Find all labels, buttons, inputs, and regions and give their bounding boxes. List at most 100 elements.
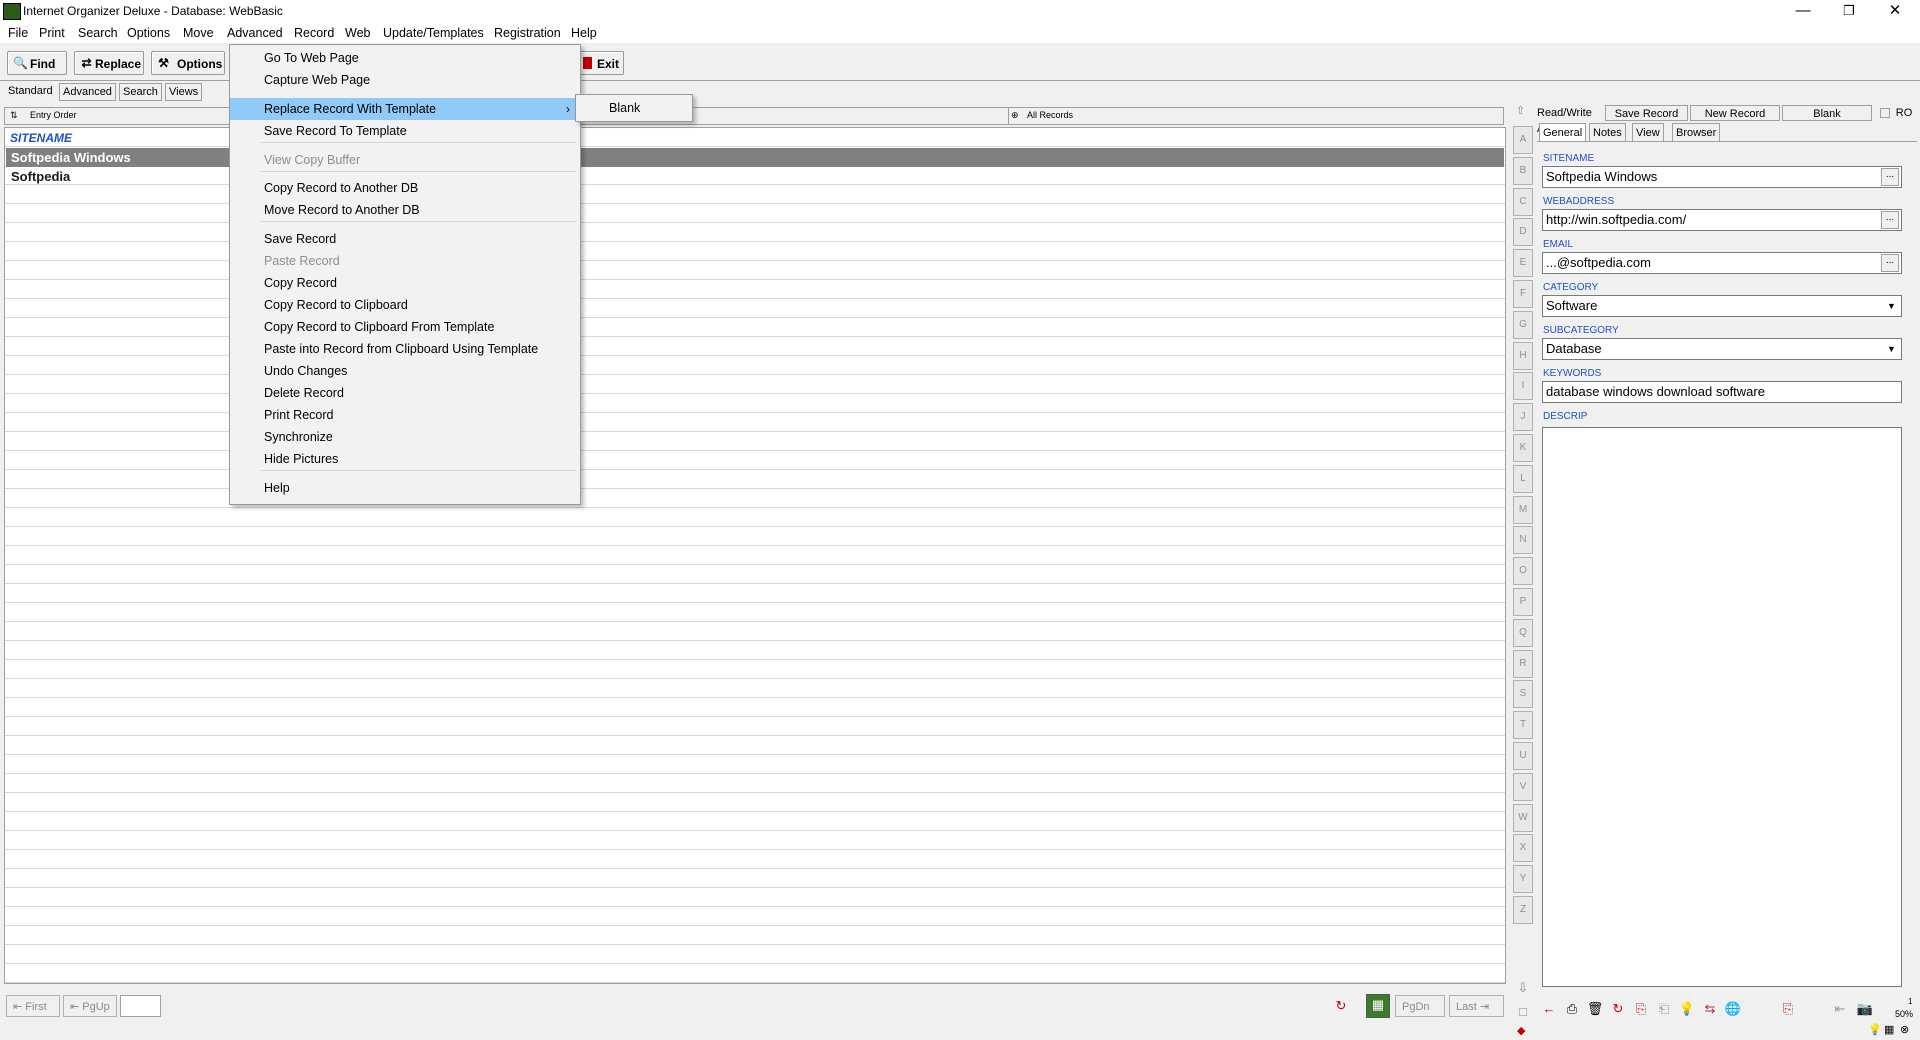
email-ellipsis-button[interactable]: ... xyxy=(1881,254,1899,272)
menu-item-copy-record-to-clipboard-from-template[interactable]: Copy Record to Clipboard From Template xyxy=(230,316,580,338)
alpha-button-r[interactable]: R xyxy=(1513,649,1533,678)
menu-item-capture-web-page[interactable]: Capture Web Page xyxy=(230,69,580,91)
webaddress-ellipsis-button[interactable]: ... xyxy=(1881,211,1899,229)
alpha-button-z[interactable]: Z xyxy=(1513,896,1533,924)
menu-item-delete-record[interactable]: Delete Record xyxy=(230,382,580,404)
filter-label[interactable]: All Records xyxy=(1027,110,1073,120)
tab-advanced[interactable]: Advanced xyxy=(59,83,116,101)
submenu-item-blank[interactable]: Blank xyxy=(576,97,692,119)
menu-item-help[interactable]: Help xyxy=(230,477,580,499)
tab-view[interactable]: View xyxy=(1632,123,1664,142)
print-icon[interactable]: ⎙ xyxy=(1562,999,1582,1019)
menu-help[interactable]: Help xyxy=(571,26,597,40)
refresh-record-icon[interactable]: ↻ xyxy=(1608,999,1628,1019)
menu-search[interactable]: Search xyxy=(78,26,118,40)
copy-record-icon[interactable]: ⎘ xyxy=(1631,999,1651,1019)
alpha-button-c[interactable]: C xyxy=(1513,187,1533,216)
alpha-button-w[interactable]: W xyxy=(1513,803,1533,832)
scroll-up-icon[interactable]: ⇧ xyxy=(1516,104,1525,117)
find-button[interactable]: 🔍 Find xyxy=(7,51,67,75)
menu-options[interactable]: Options xyxy=(127,26,170,40)
new-record-button[interactable]: New Record xyxy=(1690,105,1780,121)
keywords-field[interactable]: database windows download software xyxy=(1542,381,1902,403)
alpha-button-n[interactable]: N xyxy=(1513,526,1533,555)
menu-item-go-to-web-page[interactable]: Go To Web Page xyxy=(230,47,580,69)
exit-button[interactable]: Exit xyxy=(574,51,624,75)
menu-item-copy-record-to-clipboard[interactable]: Copy Record to Clipboard xyxy=(230,294,580,316)
restore-button[interactable]: ❐ xyxy=(1826,0,1872,23)
paste-record-icon[interactable]: ⎗ xyxy=(1654,999,1674,1019)
record-number-input[interactable] xyxy=(120,995,161,1017)
alpha-button-x[interactable]: X xyxy=(1513,834,1533,863)
sitename-field[interactable]: Softpedia Windows ... xyxy=(1542,166,1902,188)
menu-item-hide-pictures[interactable]: Hide Pictures xyxy=(230,448,580,470)
menu-file[interactable]: File xyxy=(8,26,28,40)
template-icon[interactable]: ⎘ xyxy=(1778,999,1798,1019)
menu-print[interactable]: Print xyxy=(39,26,65,40)
menu-update-templates[interactable]: Update/Templates xyxy=(383,26,484,40)
alpha-button-j[interactable]: J xyxy=(1513,403,1533,432)
alpha-button-k[interactable]: K xyxy=(1513,434,1533,462)
nav-back-icon[interactable]: ⇤ xyxy=(1830,999,1850,1019)
subcategory-select[interactable]: Database ▼ xyxy=(1542,338,1902,360)
tab-notes[interactable]: Notes xyxy=(1589,123,1626,142)
category-select[interactable]: Software ▼ xyxy=(1542,295,1902,317)
menu-move[interactable]: Move xyxy=(183,26,214,40)
alpha-button-g[interactable]: G xyxy=(1513,310,1533,339)
menu-advanced[interactable]: Advanced xyxy=(227,26,283,40)
alpha-button-h[interactable]: H xyxy=(1513,341,1533,370)
replace-button[interactable]: ⇄ Replace xyxy=(74,51,144,75)
grid-view-icon[interactable]: ▦ xyxy=(1366,994,1390,1018)
alpha-button-i[interactable]: I xyxy=(1513,372,1533,401)
menu-item-save-record-to-template[interactable]: Save Record To Template xyxy=(230,120,580,142)
tab-standard[interactable]: Standard xyxy=(5,83,56,99)
square-icon[interactable]: □ xyxy=(1513,1002,1533,1022)
menu-item-synchronize[interactable]: Synchronize xyxy=(230,426,580,448)
blank-button[interactable]: Blank xyxy=(1782,105,1872,121)
menu-item-save-record[interactable]: Save Record xyxy=(230,228,580,250)
alpha-button-q[interactable]: Q xyxy=(1513,618,1533,647)
first-button[interactable]: ⇤ First xyxy=(6,995,60,1017)
tab-search[interactable]: Search xyxy=(119,83,162,101)
alpha-button-b[interactable]: B xyxy=(1513,156,1533,185)
alpha-button-e[interactable]: E xyxy=(1513,249,1533,278)
close-button[interactable]: ✕ xyxy=(1872,0,1918,23)
menu-web[interactable]: Web xyxy=(345,26,370,40)
alpha-button-o[interactable]: O xyxy=(1513,557,1533,586)
email-field[interactable]: ...@softpedia.com ... xyxy=(1542,252,1902,274)
alpha-button-p[interactable]: P xyxy=(1513,588,1533,616)
menu-record[interactable]: Record xyxy=(294,26,334,40)
alpha-button-v[interactable]: V xyxy=(1513,772,1533,801)
save-record-button[interactable]: Save Record xyxy=(1605,105,1688,121)
refresh-icon[interactable]: ↻ xyxy=(1331,996,1351,1016)
alpha-button-t[interactable]: T xyxy=(1513,711,1533,740)
sort-order-label[interactable]: Entry Order xyxy=(30,110,77,120)
descrip-textarea[interactable] xyxy=(1542,427,1902,987)
alpha-button-a[interactable]: A xyxy=(1513,126,1533,154)
menu-registration[interactable]: Registration xyxy=(494,26,561,40)
lightbulb-icon[interactable]: 💡 xyxy=(1677,999,1697,1019)
menu-item-replace-record-with-template[interactable]: Replace Record With Template › xyxy=(230,98,580,120)
menu-item-move-record-to-another-db[interactable]: Move Record to Another DB xyxy=(230,199,580,221)
pgup-button[interactable]: ⇤ PgUp xyxy=(63,995,117,1017)
tab-views[interactable]: Views xyxy=(165,83,203,101)
column-header-sitename[interactable]: SITENAME xyxy=(10,131,72,145)
alpha-button-s[interactable]: S xyxy=(1513,680,1533,709)
globe-icon[interactable]: 🌐 xyxy=(1723,999,1743,1019)
menu-item-copy-record[interactable]: Copy Record xyxy=(230,272,580,294)
sitename-ellipsis-button[interactable]: ... xyxy=(1881,168,1899,186)
options-button[interactable]: ⚒ Options xyxy=(151,51,225,75)
alpha-button-f[interactable]: F xyxy=(1513,280,1533,308)
tab-general[interactable]: General xyxy=(1539,123,1587,142)
camera-icon[interactable]: 📷 xyxy=(1855,999,1875,1019)
scroll-down-icon[interactable]: ⇩ xyxy=(1513,978,1533,998)
alpha-button-d[interactable]: D xyxy=(1513,218,1533,247)
minimize-button[interactable]: — xyxy=(1780,0,1826,23)
menu-item-paste-into-record-from-clipboard-using-template[interactable]: Paste into Record from Clipboard Using T… xyxy=(230,338,580,360)
webaddress-field[interactable]: http://win.softpedia.com/ ... xyxy=(1542,209,1902,231)
move-record-icon[interactable]: ⇆ xyxy=(1700,999,1720,1019)
last-button[interactable]: Last ⇥ xyxy=(1449,995,1504,1017)
pgdn-button[interactable]: PgDn ⇥ xyxy=(1395,995,1445,1035)
chevron-down-icon[interactable]: ▼ xyxy=(1884,297,1899,315)
alpha-button-l[interactable]: L xyxy=(1513,464,1533,493)
